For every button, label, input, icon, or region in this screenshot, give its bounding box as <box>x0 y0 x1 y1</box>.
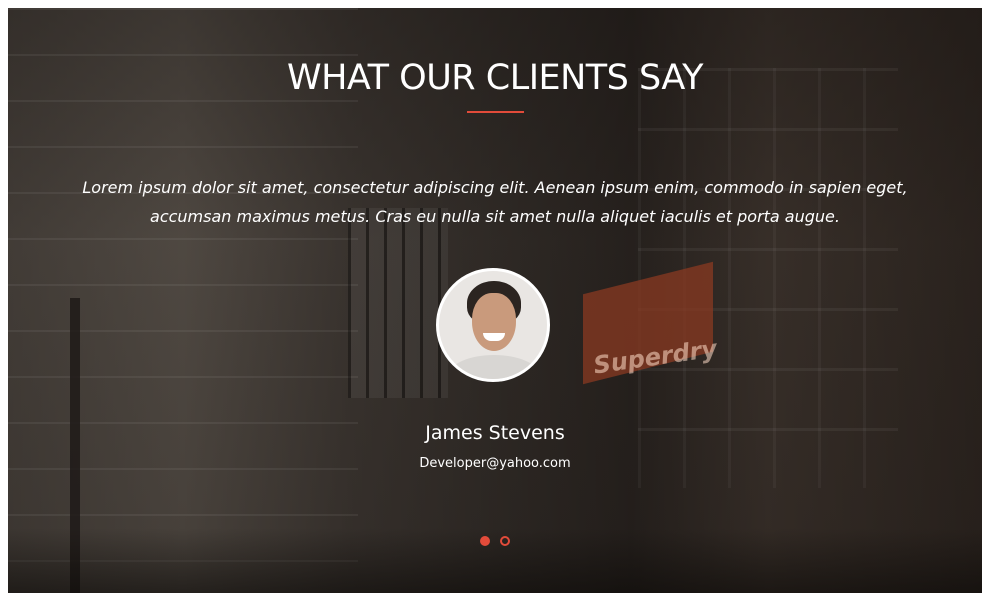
section-title: WHAT OUR CLIENTS SAY <box>286 58 704 98</box>
testimonial-section: Superdry WHAT OUR CLIENTS SAY Lorem ipsu… <box>8 8 982 593</box>
testimonial-content: WHAT OUR CLIENTS SAY Lorem ipsum dolor s… <box>8 8 982 593</box>
avatar-face <box>472 293 516 351</box>
quote-line-1: Lorem ipsum dolor sit amet, consectetur … <box>82 178 908 197</box>
testimonial-quote: Lorem ipsum dolor sit amet, consectetur … <box>38 173 952 231</box>
avatar-shirt <box>449 355 539 379</box>
carousel-dot-2[interactable] <box>500 536 510 546</box>
carousel-pagination <box>478 536 518 548</box>
avatar <box>436 268 550 382</box>
carousel-dot-1[interactable] <box>480 536 490 546</box>
quote-line-2: accumsan maximus metus. Cras eu nulla si… <box>150 207 840 226</box>
title-divider <box>467 111 524 113</box>
client-email: Developer@yahoo.com <box>419 456 571 471</box>
client-name: James Stevens <box>425 422 565 444</box>
